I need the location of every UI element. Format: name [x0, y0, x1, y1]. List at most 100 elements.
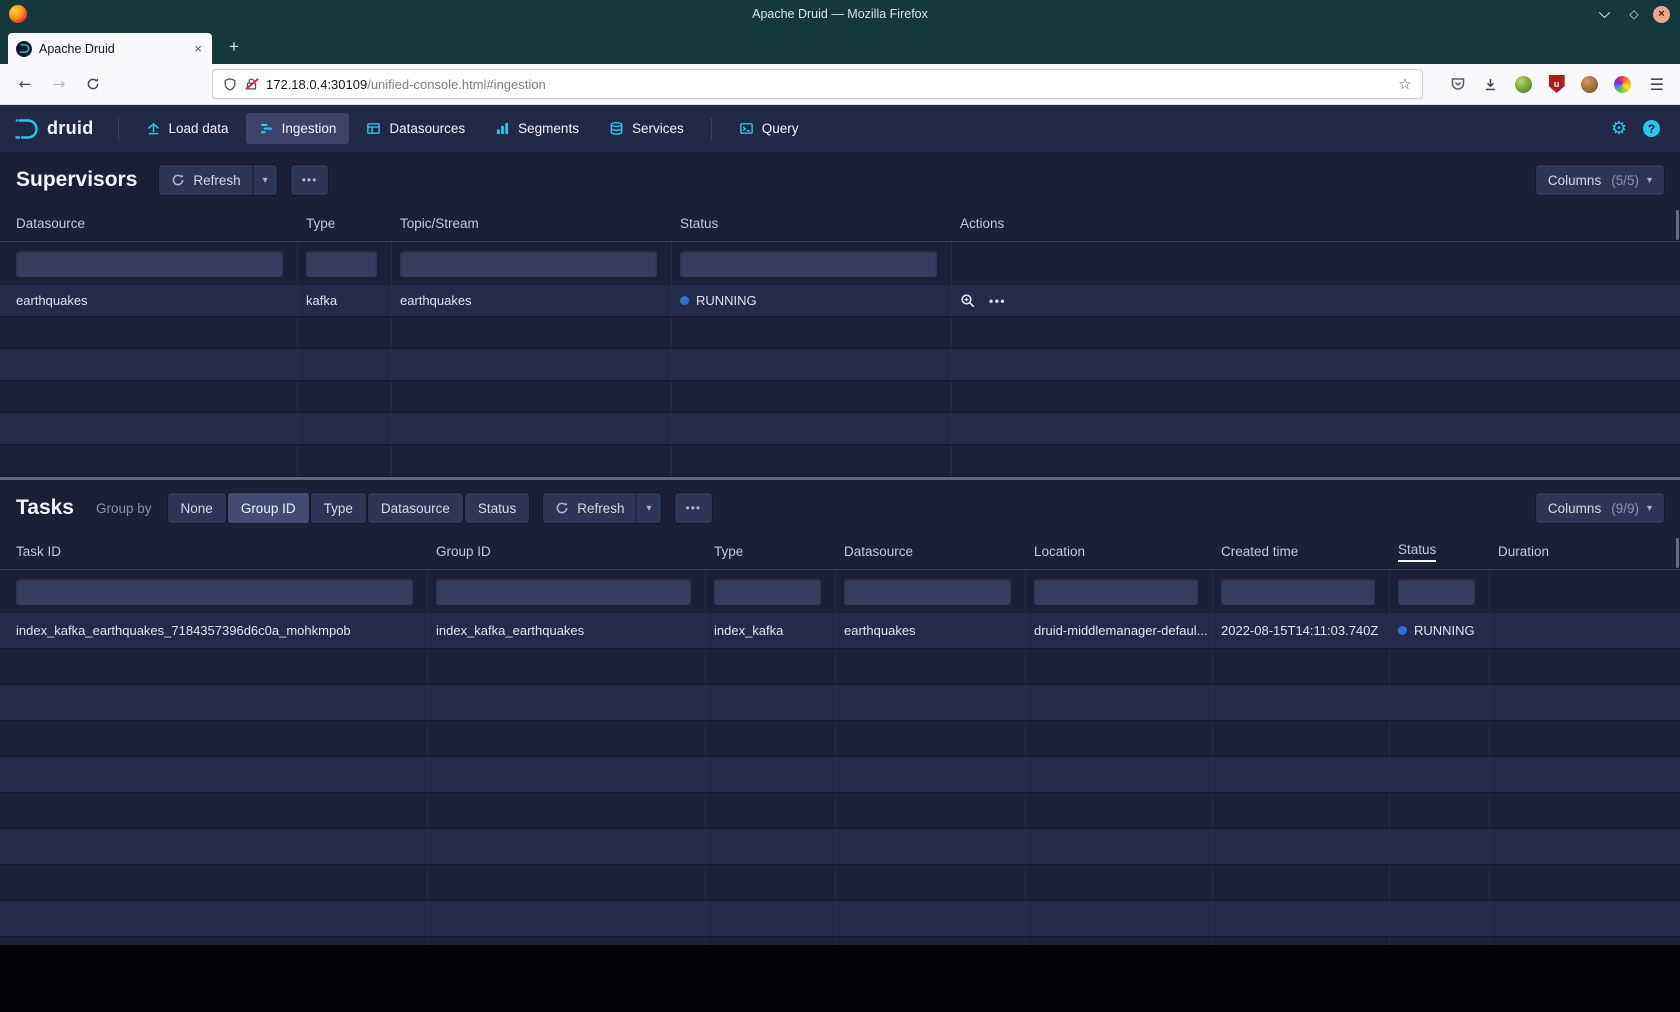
- browser-window: Apache Druid — Mozilla Firefox ◇ × Apach…: [0, 0, 1680, 1012]
- column-header-datasource[interactable]: Datasource: [836, 534, 1026, 569]
- supervisor-datasource-cell[interactable]: earthquakes: [0, 285, 298, 316]
- group-by-label: Group by: [96, 501, 152, 516]
- bookmark-star-icon[interactable]: ☆: [1398, 75, 1411, 93]
- desktop-background: [0, 945, 1680, 1012]
- filter-input-status[interactable]: [680, 251, 937, 277]
- column-header-type[interactable]: Type: [706, 534, 836, 569]
- supervisors-refresh-button[interactable]: Refresh: [159, 165, 252, 195]
- tasks-section: Tasks Group by None Group ID Type Dataso…: [0, 480, 1680, 945]
- column-header-actions[interactable]: Actions: [952, 206, 1680, 241]
- column-header-location[interactable]: Location: [1026, 534, 1213, 569]
- table-row-empty: [0, 445, 1680, 477]
- supervisors-table-body: earthquakes kafka earthquakes RUNNING ••…: [0, 285, 1680, 477]
- column-header-created-time[interactable]: Created time: [1213, 534, 1390, 569]
- account-avatar-icon[interactable]: [1579, 73, 1601, 95]
- supervisors-refresh-caret-button[interactable]: ▾: [253, 165, 277, 195]
- settings-gear-icon[interactable]: ⚙: [1611, 118, 1627, 139]
- browser-tab-apache-druid[interactable]: Apache Druid ×: [8, 33, 212, 64]
- refresh-icon: [171, 173, 185, 187]
- group-by-datasource-button[interactable]: Datasource: [368, 493, 463, 523]
- task-created-time-cell: 2022-08-15T14:11:03.740Z: [1213, 613, 1390, 648]
- nav-item-segments[interactable]: Segments: [482, 113, 592, 144]
- druid-logo-icon: [14, 117, 40, 141]
- supervisors-more-button[interactable]: •••: [291, 165, 329, 195]
- window-close-button[interactable]: ×: [1653, 6, 1670, 23]
- filter-input-created-time[interactable]: [1221, 579, 1375, 605]
- column-header-status-sorted[interactable]: Status: [1390, 534, 1490, 569]
- new-tab-button[interactable]: +: [220, 33, 248, 61]
- supervisors-table-header: Datasource Type Topic/Stream Status Acti…: [0, 206, 1680, 242]
- row-more-actions-icon[interactable]: •••: [989, 294, 1006, 308]
- chevron-down-icon: ▾: [1647, 503, 1652, 514]
- window-title: Apache Druid — Mozilla Firefox: [0, 7, 1680, 21]
- pocket-icon[interactable]: [1447, 73, 1469, 95]
- forward-button[interactable]: →: [44, 69, 74, 99]
- menu-hamburger-icon[interactable]: ☰: [1644, 75, 1670, 94]
- url-bar[interactable]: 172.18.0.4:30109/unified-console.html#in…: [212, 69, 1423, 99]
- table-row-empty: [0, 349, 1680, 381]
- tasks-table-header: Task ID Group ID Type Datasource Locatio…: [0, 534, 1680, 570]
- nav-item-services[interactable]: Services: [596, 113, 697, 144]
- column-header-datasource[interactable]: Datasource: [0, 206, 298, 241]
- tasks-more-button[interactable]: •••: [675, 493, 713, 523]
- task-datasource-cell: earthquakes: [836, 613, 1026, 648]
- filter-input-datasource[interactable]: [844, 579, 1011, 605]
- tasks-refresh-caret-button[interactable]: ▾: [636, 493, 660, 523]
- reload-button[interactable]: [78, 69, 108, 99]
- insecure-lock-icon[interactable]: [245, 77, 258, 91]
- task-location-cell: druid-middlemanager-defaul...: [1026, 613, 1213, 648]
- tasks-columns-button[interactable]: Columns (9/9) ▾: [1536, 493, 1664, 523]
- druid-logo[interactable]: druid: [14, 117, 94, 141]
- task-row-index-kafka-earthquakes[interactable]: index_kafka_earthquakes_7184357396d6c0a_…: [0, 613, 1680, 649]
- tasks-table-body: index_kafka_earthquakes_7184357396d6c0a_…: [0, 613, 1680, 945]
- druid-navbar: druid Load data Ingestion Datasources Se…: [0, 105, 1680, 152]
- help-icon[interactable]: ?: [1643, 120, 1660, 137]
- table-row-empty: [0, 317, 1680, 349]
- group-by-group-id-button[interactable]: Group ID: [228, 493, 309, 523]
- tab-close-icon[interactable]: ×: [192, 41, 204, 56]
- window-maximize-button[interactable]: ◇: [1625, 5, 1643, 23]
- services-icon: [609, 121, 624, 136]
- inspect-magnifier-icon[interactable]: [960, 293, 976, 309]
- task-status-cell: RUNNING: [1390, 613, 1490, 648]
- tracking-shield-icon[interactable]: [223, 77, 237, 92]
- task-id-cell[interactable]: index_kafka_earthquakes_7184357396d6c0a_…: [0, 613, 428, 648]
- column-header-duration[interactable]: Duration: [1490, 534, 1680, 569]
- supervisors-columns-button[interactable]: Columns (5/5) ▾: [1536, 165, 1664, 195]
- vertical-scrollbar[interactable]: [1676, 210, 1679, 240]
- supervisor-row-earthquakes[interactable]: earthquakes kafka earthquakes RUNNING ••…: [0, 285, 1680, 317]
- tasks-refresh-button[interactable]: Refresh: [543, 493, 636, 523]
- column-header-type[interactable]: Type: [298, 206, 392, 241]
- privacy-badger-icon[interactable]: [1513, 73, 1535, 95]
- group-by-type-button[interactable]: Type: [311, 493, 366, 523]
- filter-input-topic-stream[interactable]: [400, 251, 657, 277]
- group-by-none-button[interactable]: None: [168, 493, 226, 523]
- filter-input-type[interactable]: [714, 579, 821, 605]
- filter-input-task-id[interactable]: [16, 579, 413, 605]
- window-minimize-button[interactable]: [1597, 5, 1615, 23]
- filter-input-location[interactable]: [1034, 579, 1198, 605]
- group-by-status-button[interactable]: Status: [465, 493, 529, 523]
- downloads-icon[interactable]: [1480, 73, 1502, 95]
- column-header-task-id[interactable]: Task ID: [0, 534, 428, 569]
- nav-item-query[interactable]: Query: [726, 113, 812, 144]
- vertical-scrollbar[interactable]: [1676, 538, 1679, 568]
- container-theme-icon[interactable]: [1612, 73, 1634, 95]
- reload-icon: [86, 77, 100, 91]
- ublock-origin-icon[interactable]: u: [1546, 73, 1568, 95]
- column-header-status[interactable]: Status: [672, 206, 952, 241]
- filter-input-datasource[interactable]: [16, 251, 283, 277]
- nav-item-ingestion[interactable]: Ingestion: [246, 113, 350, 144]
- filter-input-type[interactable]: [306, 251, 377, 277]
- load-data-icon: [146, 121, 161, 136]
- column-header-group-id[interactable]: Group ID: [428, 534, 706, 569]
- supervisors-filter-row: [0, 242, 1680, 285]
- navigation-toolbar: ← → 172.18.0.4:30109/unified-console.htm…: [0, 64, 1680, 105]
- nav-item-datasources[interactable]: Datasources: [353, 113, 478, 144]
- column-header-topic-stream[interactable]: Topic/Stream: [392, 206, 672, 241]
- back-button[interactable]: ←: [10, 69, 40, 99]
- table-row-empty: [0, 865, 1680, 901]
- nav-item-load-data[interactable]: Load data: [133, 113, 242, 144]
- filter-input-status[interactable]: [1398, 579, 1475, 605]
- filter-input-group-id[interactable]: [436, 579, 691, 605]
